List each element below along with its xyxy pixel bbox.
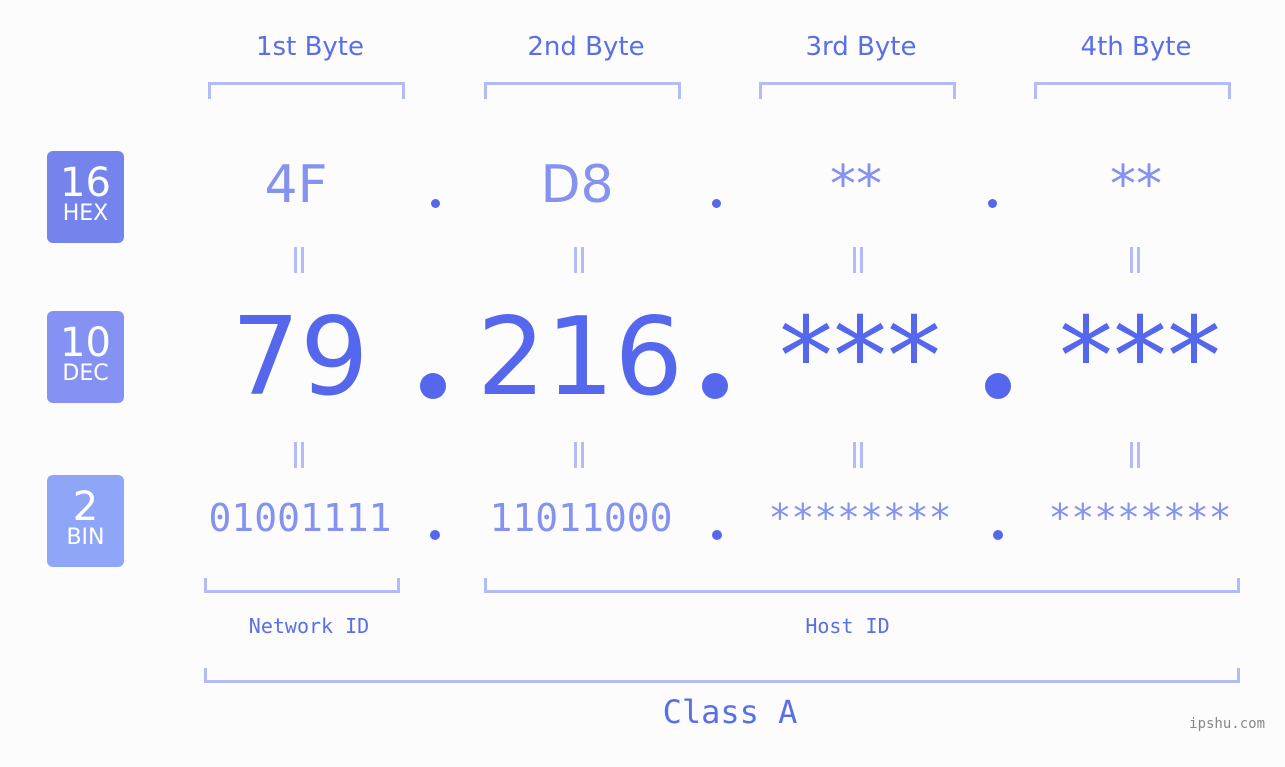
equals-marker (573, 442, 585, 468)
equals-marker (852, 247, 864, 273)
dec-separator-dot (985, 373, 1011, 399)
bin-base-number: 2 (72, 484, 99, 530)
dec-octet-3: *** (779, 295, 941, 420)
dec-separator-dot (702, 373, 728, 399)
byte-bracket-2 (484, 82, 681, 99)
bin-separator-dot (712, 530, 722, 540)
byte-header-3: 3rd Byte (805, 32, 917, 62)
hex-base-number: 16 (60, 160, 111, 206)
equals-marker (293, 442, 305, 468)
bin-separator-dot (430, 530, 440, 540)
dec-base-label: DEC (62, 361, 109, 386)
bin-separator-dot (993, 530, 1003, 540)
dec-octet-1: 79 (231, 295, 369, 420)
hex-separator-dot (431, 199, 440, 208)
hex-separator-dot (988, 199, 997, 208)
equals-marker (1129, 247, 1141, 273)
watermark: ipshu.com (1189, 716, 1265, 732)
hex-octet-3: ** (830, 155, 882, 215)
dec-badge: 10 DEC (47, 311, 124, 403)
byte-bracket-4 (1034, 82, 1231, 99)
network-id-bracket (204, 578, 400, 593)
dec-octet-4: *** (1059, 295, 1221, 420)
bin-octet-3: ******** (768, 496, 952, 540)
hex-badge: 16 HEX (47, 151, 124, 243)
hex-octet-4: ** (1110, 155, 1162, 215)
byte-header-4: 4th Byte (1080, 32, 1192, 62)
byte-header-1: 1st Byte (256, 32, 364, 62)
hex-separator-dot (712, 199, 721, 208)
byte-bracket-3 (759, 82, 956, 99)
dec-base-number: 10 (60, 320, 111, 366)
dec-octet-2: 216 (476, 295, 684, 420)
bin-octet-1: 01001111 (208, 496, 392, 540)
host-id-bracket (484, 578, 1240, 593)
equals-marker (293, 247, 305, 273)
hex-octet-2: D8 (540, 155, 614, 215)
network-id-label: Network ID (248, 614, 370, 638)
equals-marker (573, 247, 585, 273)
hex-octet-1: 4F (264, 155, 328, 215)
class-bracket (204, 668, 1240, 683)
equals-marker (852, 442, 864, 468)
bin-octet-2: 11011000 (489, 496, 673, 540)
class-label: Class A (662, 693, 798, 731)
equals-marker (1129, 442, 1141, 468)
bin-octet-4: ******** (1048, 496, 1232, 540)
host-id-label: Host ID (805, 614, 890, 638)
dec-separator-dot (420, 373, 446, 399)
bin-base-label: BIN (66, 525, 105, 550)
byte-bracket-1 (208, 82, 405, 99)
byte-header-2: 2nd Byte (527, 32, 645, 62)
hex-base-label: HEX (62, 201, 109, 226)
bin-badge: 2 BIN (47, 475, 124, 567)
